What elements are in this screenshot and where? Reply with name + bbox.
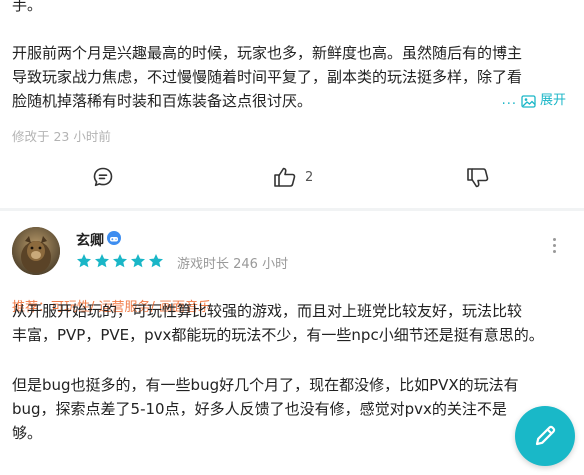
thumbs-down-icon xyxy=(467,168,489,188)
review-text-line: 够。 xyxy=(12,424,43,442)
dislike-button[interactable] xyxy=(466,167,490,189)
pencil-icon xyxy=(535,425,556,446)
like-button[interactable]: 2 xyxy=(273,166,313,188)
review-text-line: 手。 xyxy=(12,0,43,14)
avatar-image xyxy=(12,227,60,275)
review-text-line: 丰富，PVP，PVE，pvx都能玩的玩法不少，有一些npc小细节还是挺有意思的。 xyxy=(12,326,544,344)
star-icon xyxy=(95,254,109,268)
comment-button[interactable] xyxy=(92,166,114,188)
rating-stars xyxy=(76,253,164,269)
like-count: 2 xyxy=(305,169,314,185)
review-text-line: 从开服开始玩的，可玩性算比较强的游戏，而且对上班党比较友好，玩法比较 xyxy=(12,302,523,320)
write-review-button[interactable] xyxy=(515,406,575,466)
review-text-line: 导致玩家战力焦虑，不过慢慢随着时间平复了，副本类的玩法挺多样，除了看 xyxy=(12,68,523,86)
username[interactable]: 玄卿 xyxy=(76,230,104,250)
more-options-icon[interactable] xyxy=(548,236,560,256)
review-text-line: 但是bug也挺多的，有一些bug好几个月了，现在都没修，比如PVX的玩法有 xyxy=(12,376,519,394)
star-icon xyxy=(77,254,91,268)
review-text-line: bug，探索点差了5-10点，好多人反馈了也没有修，感觉对pvx的关注不是 xyxy=(12,400,507,418)
star-icon xyxy=(131,254,145,268)
gamepad-icon xyxy=(110,237,118,242)
star-icon xyxy=(113,254,127,268)
avatar[interactable] xyxy=(12,227,60,275)
expand-button[interactable]: ... 展开 xyxy=(502,91,566,111)
modified-time: 修改于 23 小时前 xyxy=(12,129,111,144)
expand-label: 展开 xyxy=(539,93,566,108)
thumbs-up-icon xyxy=(274,167,296,187)
review-text-line: 开服前两个月是兴趣最高的时候，玩家也多，新鲜度也高。虽然随后有的博主 xyxy=(12,44,523,62)
review-text-line: 脸随机掉落稀有时装和百炼装备这点很讨厌。 xyxy=(12,92,313,110)
comment-icon xyxy=(93,167,113,187)
image-icon xyxy=(521,94,536,108)
section-divider xyxy=(0,208,584,211)
verified-badge-icon xyxy=(107,231,121,245)
review-actions: 2 xyxy=(0,162,584,194)
star-icon xyxy=(149,254,163,268)
playtime: 游戏时长 246 小时 xyxy=(177,257,289,272)
ellipsis-text: ... xyxy=(501,93,517,108)
